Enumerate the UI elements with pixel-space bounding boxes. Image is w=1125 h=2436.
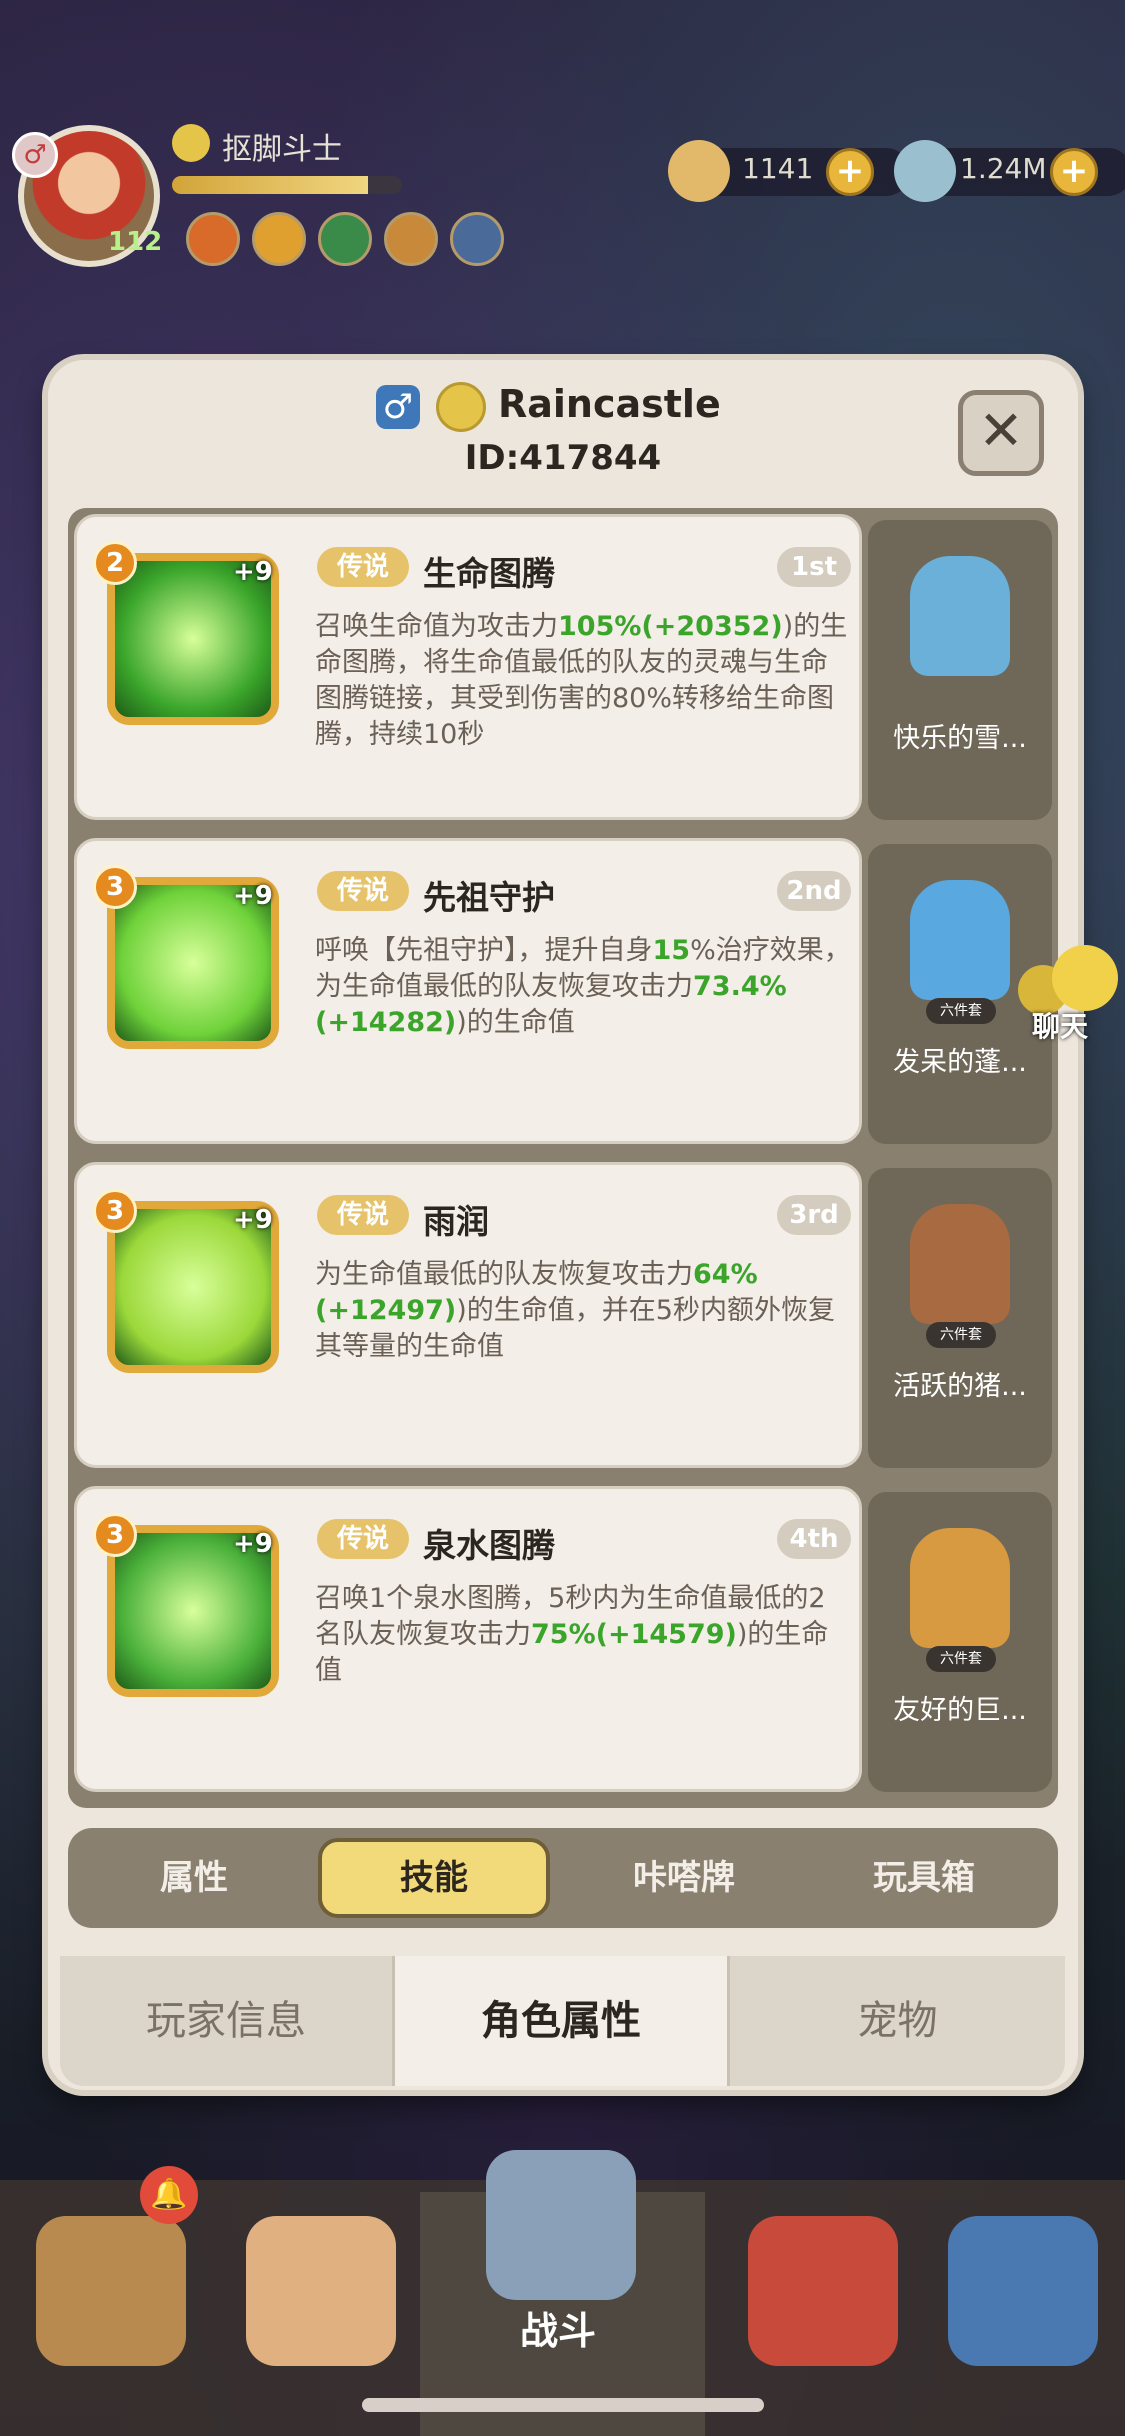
skill-name: 先祖守护	[423, 878, 555, 917]
player-level: 112	[108, 227, 163, 257]
dialog-header: ♂ Raincastle ID:417844 ✕	[48, 360, 1078, 520]
pet-card[interactable]: 快乐的雪...	[868, 520, 1052, 820]
close-button[interactable]: ✕	[958, 390, 1044, 476]
buff-icon-4[interactable]	[384, 212, 438, 266]
tab-character-attributes[interactable]: 角色属性	[395, 1956, 730, 2086]
skill-plus: +9	[233, 1205, 273, 1235]
chat-button[interactable]: 聊天	[1018, 945, 1118, 1043]
pet-set-tag: 六件套	[926, 998, 996, 1024]
add-shell-button[interactable]: +	[826, 148, 874, 196]
skill-plus: +9	[233, 557, 273, 587]
skill-name: 泉水图腾	[423, 1526, 555, 1565]
skill-rank: 4th	[777, 1519, 851, 1559]
nav-character-icon[interactable]	[246, 2216, 396, 2366]
bottom-tab-bar: 玩家信息 角色属性 宠物	[60, 1956, 1066, 2086]
pet-name: 活跃的猪...	[893, 1371, 1027, 1402]
skill-description: 召唤生命值为攻击力105%(+20352))的生命图腾，将生命值最低的队友的灵魂…	[315, 611, 848, 750]
nav-shop-icon[interactable]	[948, 2216, 1098, 2366]
chat-emote-icon	[1052, 945, 1118, 1011]
skill-description: 为生命值最低的队友恢复攻击力64%(+12497))的生命值，并在5秒内额外恢复…	[315, 1259, 835, 1362]
buff-icon-1[interactable]	[186, 212, 240, 266]
skill-card[interactable]: 3 +9 传说 雨润 3rd 为生命值最低的队友恢复攻击力64%(+12497)…	[74, 1162, 862, 1468]
nav-pet-icon[interactable]	[748, 2216, 898, 2366]
xp-bar	[172, 176, 402, 194]
pet-name: 友好的巨...	[893, 1695, 1027, 1726]
dialog-player-name: Raincastle	[498, 382, 721, 426]
skill-card[interactable]: 3 +9 传说 先祖守护 2nd 呼唤【先祖守护】，提升自身15%治疗效果，为生…	[74, 838, 862, 1144]
tab-toybox[interactable]: 玩具箱	[808, 1838, 1040, 1918]
buff-icon-3[interactable]	[318, 212, 372, 266]
nav-battle-label: 战斗	[520, 2309, 597, 2353]
player-name: 抠脚斗士	[222, 132, 342, 167]
pet-set-tag: 六件套	[926, 1646, 996, 1672]
pet-image	[910, 1528, 1010, 1648]
shell-icon	[668, 140, 730, 202]
pet-image	[910, 880, 1010, 1000]
skills-panel: 2 +9 传说 生命图腾 1st 召唤生命值为攻击力105%(+20352))的…	[68, 508, 1058, 1808]
crystal-value: 1.24M	[960, 152, 1047, 185]
buff-icon-5[interactable]	[450, 212, 504, 266]
tab-pets[interactable]: 宠物	[730, 1956, 1065, 2086]
skill-level-badge: 3	[93, 1189, 137, 1233]
crystal-icon	[894, 140, 956, 202]
nav-hero-icon[interactable]	[36, 2216, 186, 2366]
pet-image	[910, 556, 1010, 676]
skill-description: 召唤1个泉水图腾，5秒内为生命值最低的2名队友恢复攻击力75%(+14579))…	[315, 1583, 829, 1686]
skill-name: 雨润	[423, 1202, 489, 1241]
tab-skills[interactable]: 技能	[318, 1838, 550, 1918]
home-indicator	[362, 2398, 764, 2412]
skill-level-badge: 2	[93, 541, 137, 585]
rarity-badge: 传说	[317, 871, 409, 911]
skill-card[interactable]: 3 +9 传说 泉水图腾 4th 召唤1个泉水图腾，5秒内为生命值最低的2名队友…	[74, 1486, 862, 1792]
add-crystal-button[interactable]: +	[1050, 148, 1098, 196]
chat-label: 聊天	[1032, 1010, 1089, 1043]
tab-player-info[interactable]: 玩家信息	[60, 1956, 395, 2086]
skill-card[interactable]: 2 +9 传说 生命图腾 1st 召唤生命值为攻击力105%(+20352))的…	[74, 514, 862, 820]
xp-bar-fill	[172, 176, 368, 194]
pet-image	[910, 1204, 1010, 1324]
pet-name: 发呆的蓬...	[893, 1047, 1027, 1078]
player-id: ID:417844	[464, 438, 662, 478]
sub-tab-bar: 属性 技能 咔嗒牌 玩具箱	[68, 1828, 1058, 1928]
buff-icon-2[interactable]	[252, 212, 306, 266]
skill-rank: 2nd	[777, 871, 851, 911]
rarity-badge: 传说	[317, 1195, 409, 1235]
player-info-dialog: ♂ Raincastle ID:417844 ✕ 2 +9 传说 生命图腾 1s…	[48, 360, 1078, 2090]
tab-click-cards[interactable]: 咔嗒牌	[568, 1838, 800, 1918]
skill-description: 呼唤【先祖守护】，提升自身15%治疗效果，为生命值最低的队友恢复攻击力73.4%…	[315, 935, 851, 1038]
rarity-badge: 传说	[317, 547, 409, 587]
tab-attributes[interactable]: 属性	[78, 1838, 310, 1918]
alert-bell-icon: 🔔	[140, 2166, 198, 2224]
male-icon: ♂	[376, 385, 420, 429]
skill-level-badge: 3	[93, 865, 137, 909]
skill-level-badge: 3	[93, 1513, 137, 1557]
skill-name: 生命图腾	[423, 554, 555, 593]
skill-plus: +9	[233, 881, 273, 911]
skill-rank: 3rd	[777, 1195, 851, 1235]
pet-set-tag: 六件套	[926, 1322, 996, 1348]
emote-icon	[172, 124, 210, 162]
emote-icon	[436, 382, 486, 432]
gender-badge-icon: ♂	[12, 132, 58, 178]
skill-plus: +9	[233, 1529, 273, 1559]
nav-battle-sword-icon[interactable]	[486, 2150, 636, 2300]
rarity-badge: 传说	[317, 1519, 409, 1559]
shell-value: 1141	[742, 152, 814, 185]
pet-name: 快乐的雪...	[893, 723, 1027, 754]
pet-card[interactable]: 六件套 友好的巨...	[868, 1492, 1052, 1792]
skill-rank: 1st	[777, 547, 851, 587]
pet-card[interactable]: 六件套 活跃的猪...	[868, 1168, 1052, 1468]
